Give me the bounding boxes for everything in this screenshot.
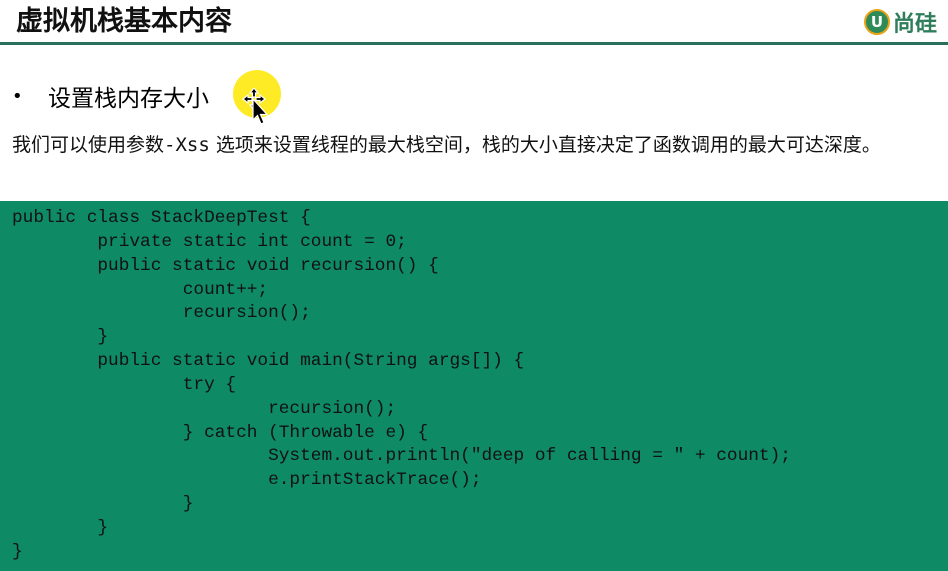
code-line: } catch (Throwable e) { bbox=[12, 422, 429, 443]
code-line: e.printStackTrace(); bbox=[12, 470, 482, 491]
xss-option: -Xss bbox=[164, 134, 210, 156]
mouse-pointer-icon bbox=[242, 88, 268, 125]
code-line: public static void main(String args[]) { bbox=[12, 351, 525, 372]
code-listing: public class StackDeepTest { private sta… bbox=[12, 207, 791, 565]
code-line: } bbox=[12, 541, 23, 562]
code-block: public class StackDeepTest { private sta… bbox=[0, 201, 948, 571]
title-bar: 虚拟机栈基本内容 U 尚硅 bbox=[0, 0, 948, 45]
brand-name: 尚硅 bbox=[893, 12, 938, 37]
title-divider bbox=[0, 42, 948, 45]
description-after: 选项来设置线程的最大栈空间，栈的大小直接决定了函数调用的最大可达深度。 bbox=[209, 134, 881, 156]
bullet-text: 设置栈内存大小 bbox=[48, 86, 209, 112]
brand-logo-icon: U bbox=[864, 9, 890, 35]
slide: 虚拟机栈基本内容 U 尚硅 • 设置栈内存大小 我们可以使用参数-Xss 选项来… bbox=[0, 0, 948, 571]
bullet-item: • 设置栈内存大小 bbox=[12, 78, 209, 114]
code-line: } bbox=[12, 517, 109, 538]
code-line: try { bbox=[12, 374, 237, 395]
code-line: public class StackDeepTest { bbox=[12, 208, 311, 228]
code-line: count++; bbox=[12, 279, 269, 300]
code-line: recursion(); bbox=[12, 398, 397, 419]
code-line: recursion(); bbox=[12, 303, 311, 324]
code-line: private static int count = 0; bbox=[12, 231, 407, 252]
code-line: System.out.println("deep of calling = " … bbox=[12, 446, 791, 467]
bullet-marker: • bbox=[12, 85, 23, 107]
brand-logo: U 尚硅 bbox=[864, 6, 937, 38]
page-title: 虚拟机栈基本内容 bbox=[16, 6, 232, 37]
description-before: 我们可以使用参数 bbox=[12, 134, 165, 156]
description-text: 我们可以使用参数-Xss 选项来设置线程的最大栈空间，栈的大小直接决定了函数调用… bbox=[12, 132, 942, 158]
code-line: } bbox=[12, 494, 194, 515]
code-line: } bbox=[12, 327, 109, 348]
code-line: public static void recursion() { bbox=[12, 255, 439, 276]
